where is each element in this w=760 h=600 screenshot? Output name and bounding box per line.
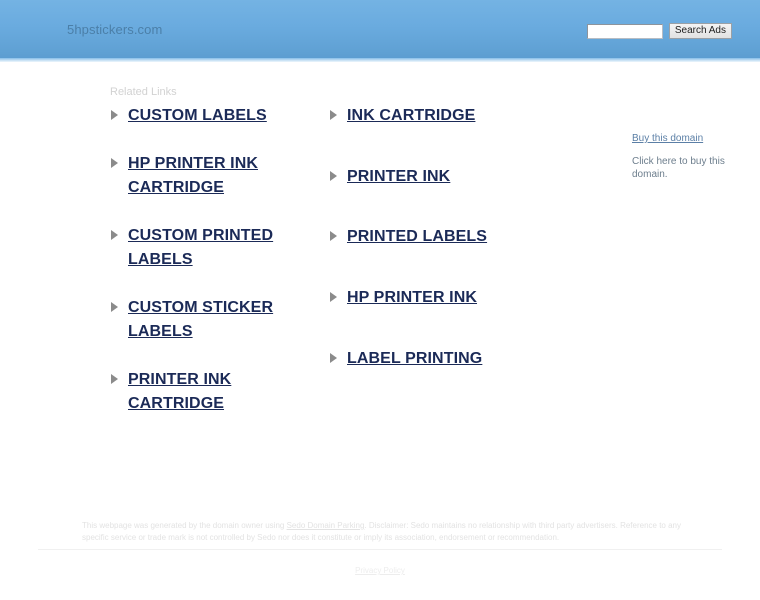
triangle-bullet-icon	[111, 230, 118, 240]
ad-link[interactable]: INK CARTRIDGE	[347, 107, 475, 124]
triangle-bullet-icon	[330, 353, 337, 363]
triangle-bullet-icon	[330, 110, 337, 120]
buy-domain-description: Click here to buy this domain.	[632, 156, 725, 180]
triangle-bullet-icon	[111, 110, 118, 120]
ad-link[interactable]: HP PRINTER INK CARTRIDGE	[128, 155, 258, 196]
sedo-domain-parking-link[interactable]: Sedo Domain Parking	[287, 521, 365, 530]
search-ads-button[interactable]: Search Ads	[668, 23, 732, 39]
ad-link[interactable]: CUSTOM LABELS	[128, 107, 267, 124]
site-logo: 5hpstickers.com	[67, 22, 163, 37]
footer-disclaimer: This webpage was generated by the domain…	[82, 520, 702, 544]
search-area: Search Ads	[586, 23, 732, 39]
ad-link[interactable]: PRINTER INK CARTRIDGE	[128, 371, 231, 412]
buy-this-domain-link[interactable]: Buy this domain	[632, 133, 703, 144]
privacy-policy-container: Privacy Policy	[0, 560, 760, 578]
list-item[interactable]: HP PRINTER INK CARTRIDGE	[110, 152, 320, 200]
ad-link[interactable]: PRINTED LABELS	[347, 228, 487, 245]
triangle-bullet-icon	[330, 292, 337, 302]
search-input[interactable]	[586, 23, 663, 39]
list-item[interactable]: CUSTOM PRINTED LABELS	[110, 224, 320, 272]
list-item[interactable]: CUSTOM LABELS	[110, 104, 320, 128]
triangle-bullet-icon	[111, 158, 118, 168]
ad-link[interactable]: CUSTOM PRINTED LABELS	[128, 227, 273, 268]
triangle-bullet-icon	[111, 302, 118, 312]
ad-link[interactable]: CUSTOM STICKER LABELS	[128, 299, 273, 340]
privacy-policy-link[interactable]: Privacy Policy	[355, 566, 405, 575]
list-item[interactable]: INK CARTRIDGE	[329, 104, 559, 128]
related-links-column-left: CUSTOM LABELS HP PRINTER INK CARTRIDGE C…	[110, 104, 320, 440]
ad-link[interactable]: LABEL PRINTING	[347, 350, 482, 367]
buy-domain-sidebar: Buy this domain Click here to buy this d…	[632, 128, 747, 181]
list-item[interactable]: CUSTOM STICKER LABELS	[110, 296, 320, 344]
ad-link[interactable]: PRINTER INK	[347, 168, 450, 185]
list-item[interactable]: LABEL PRINTING	[329, 347, 559, 371]
related-links-column-right: INK CARTRIDGE PRINTER INK PRINTED LABELS…	[329, 104, 559, 395]
triangle-bullet-icon	[330, 231, 337, 241]
ad-link[interactable]: HP PRINTER INK	[347, 289, 477, 306]
related-links-label: Related Links	[110, 86, 177, 98]
footer-divider	[38, 549, 722, 550]
triangle-bullet-icon	[330, 171, 337, 181]
triangle-bullet-icon	[111, 374, 118, 384]
list-item[interactable]: PRINTER INK	[329, 165, 559, 189]
header-underline	[0, 58, 760, 62]
list-item[interactable]: HP PRINTER INK	[329, 286, 559, 310]
list-item[interactable]: PRINTER INK CARTRIDGE	[110, 368, 320, 416]
list-item[interactable]: PRINTED LABELS	[329, 225, 559, 249]
disclaimer-text-before: This webpage was generated by the domain…	[82, 521, 287, 530]
